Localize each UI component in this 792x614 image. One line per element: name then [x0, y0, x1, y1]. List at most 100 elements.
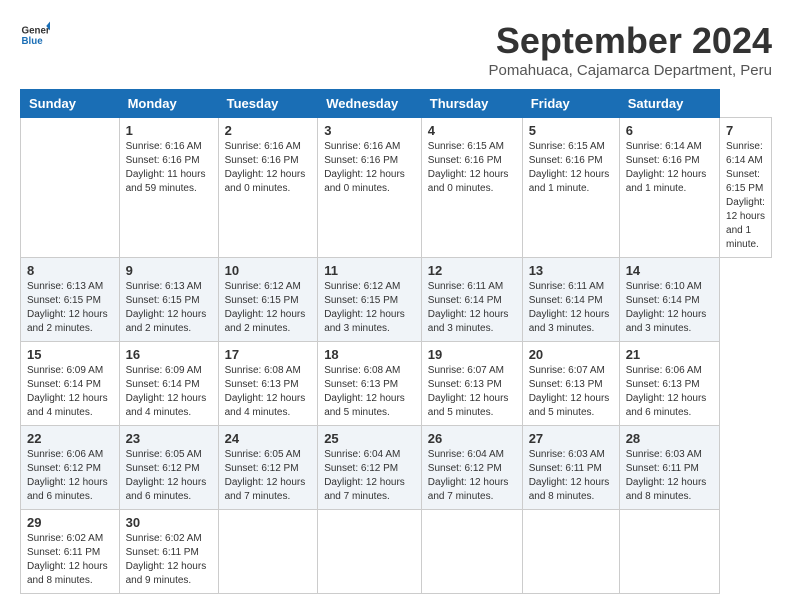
sunrise-text: Sunrise: 6:13 AM	[126, 280, 212, 294]
daylight-text: Daylight: 12 hours and 7 minutes.	[324, 476, 415, 504]
sunrise-text: Sunrise: 6:13 AM	[27, 280, 113, 294]
sunset-text: Sunset: 6:13 PM	[428, 378, 516, 392]
sunrise-text: Sunrise: 6:16 AM	[324, 140, 415, 154]
sunrise-text: Sunrise: 6:04 AM	[324, 448, 415, 462]
calendar-cell: 28Sunrise: 6:03 AMSunset: 6:11 PMDayligh…	[619, 426, 719, 510]
column-header-wednesday: Wednesday	[318, 90, 422, 118]
calendar-cell: 8Sunrise: 6:13 AMSunset: 6:15 PMDaylight…	[21, 258, 120, 342]
calendar-cell	[318, 510, 422, 594]
daylight-text: Daylight: 12 hours and 7 minutes.	[225, 476, 312, 504]
sunrise-text: Sunrise: 6:14 AM	[726, 140, 765, 168]
cell-content: Sunrise: 6:09 AMSunset: 6:14 PMDaylight:…	[27, 364, 113, 420]
calendar-week-4: 22Sunrise: 6:06 AMSunset: 6:12 PMDayligh…	[21, 426, 772, 510]
daylight-text: Daylight: 12 hours and 2 minutes.	[126, 308, 212, 336]
logo: General Blue	[20, 20, 50, 50]
sunset-text: Sunset: 6:14 PM	[27, 378, 113, 392]
sunset-text: Sunset: 6:14 PM	[626, 294, 713, 308]
day-number: 15	[27, 347, 113, 362]
sunset-text: Sunset: 6:15 PM	[225, 294, 312, 308]
calendar-cell: 20Sunrise: 6:07 AMSunset: 6:13 PMDayligh…	[522, 342, 619, 426]
daylight-text: Daylight: 12 hours and 3 minutes.	[428, 308, 516, 336]
daylight-text: Daylight: 12 hours and 5 minutes.	[428, 392, 516, 420]
month-title: September 2024	[489, 20, 772, 62]
sunset-text: Sunset: 6:14 PM	[529, 294, 613, 308]
sunset-text: Sunset: 6:15 PM	[726, 168, 765, 196]
daylight-text: Daylight: 12 hours and 9 minutes.	[126, 560, 212, 588]
sunrise-text: Sunrise: 6:10 AM	[626, 280, 713, 294]
sunset-text: Sunset: 6:16 PM	[529, 154, 613, 168]
column-header-sunday: Sunday	[21, 90, 120, 118]
day-number: 18	[324, 347, 415, 362]
calendar-cell: 13Sunrise: 6:11 AMSunset: 6:14 PMDayligh…	[522, 258, 619, 342]
day-number: 27	[529, 431, 613, 446]
sunrise-text: Sunrise: 6:15 AM	[529, 140, 613, 154]
cell-content: Sunrise: 6:08 AMSunset: 6:13 PMDaylight:…	[225, 364, 312, 420]
day-number: 13	[529, 263, 613, 278]
column-header-friday: Friday	[522, 90, 619, 118]
sunset-text: Sunset: 6:14 PM	[428, 294, 516, 308]
daylight-text: Daylight: 12 hours and 6 minutes.	[626, 392, 713, 420]
cell-content: Sunrise: 6:12 AMSunset: 6:15 PMDaylight:…	[225, 280, 312, 336]
column-header-tuesday: Tuesday	[218, 90, 318, 118]
calendar-cell	[21, 118, 120, 258]
daylight-text: Daylight: 12 hours and 8 minutes.	[27, 560, 113, 588]
day-number: 7	[726, 123, 765, 138]
sunrise-text: Sunrise: 6:03 AM	[626, 448, 713, 462]
sunset-text: Sunset: 6:15 PM	[324, 294, 415, 308]
calendar-cell	[619, 510, 719, 594]
calendar-cell: 29Sunrise: 6:02 AMSunset: 6:11 PMDayligh…	[21, 510, 120, 594]
sunrise-text: Sunrise: 6:03 AM	[529, 448, 613, 462]
sunrise-text: Sunrise: 6:16 AM	[225, 140, 312, 154]
calendar-week-3: 15 Sunrise: 6:09 AMSunset: 6:14 PMDayligh…	[21, 342, 772, 426]
calendar-cell: 4Sunrise: 6:15 AMSunset: 6:16 PMDaylight…	[421, 118, 522, 258]
day-number: 17	[225, 347, 312, 362]
cell-content: Sunrise: 6:13 AMSunset: 6:15 PMDaylight:…	[126, 280, 212, 336]
day-number: 20	[529, 347, 613, 362]
cell-content: Sunrise: 6:04 AMSunset: 6:12 PMDaylight:…	[324, 448, 415, 504]
sunrise-text: Sunrise: 6:16 AM	[126, 140, 212, 154]
daylight-text: Daylight: 12 hours and 0 minutes.	[324, 168, 415, 196]
calendar-cell: 30Sunrise: 6:02 AMSunset: 6:11 PMDayligh…	[119, 510, 218, 594]
calendar-cell: 11Sunrise: 6:12 AMSunset: 6:15 PMDayligh…	[318, 258, 422, 342]
daylight-text: Daylight: 12 hours and 4 minutes.	[27, 392, 113, 420]
sunset-text: Sunset: 6:16 PM	[126, 154, 212, 168]
daylight-text: Daylight: 11 hours and 59 minutes.	[126, 168, 212, 196]
calendar-cell: 25 Sunrise: 6:04 AMSunset: 6:12 PMDayligh…	[318, 426, 422, 510]
calendar-cell: 5Sunrise: 6:15 AMSunset: 6:16 PMDaylight…	[522, 118, 619, 258]
svg-text:General: General	[22, 26, 51, 37]
sunrise-text: Sunrise: 6:06 AM	[626, 364, 713, 378]
calendar-cell: 10 Sunrise: 6:12 AMSunset: 6:15 PMDayligh…	[218, 258, 318, 342]
cell-content: Sunrise: 6:15 AMSunset: 6:16 PMDaylight:…	[428, 140, 516, 196]
sunset-text: Sunset: 6:12 PM	[428, 462, 516, 476]
sunset-text: Sunset: 6:13 PM	[529, 378, 613, 392]
sunrise-text: Sunrise: 6:07 AM	[428, 364, 516, 378]
day-number: 10	[225, 263, 312, 278]
cell-content: Sunrise: 6:02 AMSunset: 6:11 PMDaylight:…	[126, 532, 212, 588]
page-header: General Blue September 2024 Pomahuaca, C…	[20, 20, 772, 79]
calendar-cell: 26Sunrise: 6:04 AMSunset: 6:12 PMDayligh…	[421, 426, 522, 510]
daylight-text: Daylight: 12 hours and 2 minutes.	[27, 308, 113, 336]
sunset-text: Sunset: 6:16 PM	[428, 154, 516, 168]
sunset-text: Sunset: 6:11 PM	[529, 462, 613, 476]
daylight-text: Daylight: 12 hours and 5 minutes.	[324, 392, 415, 420]
day-number: 16	[126, 347, 212, 362]
sunset-text: Sunset: 6:12 PM	[324, 462, 415, 476]
cell-content: Sunrise: 6:15 AMSunset: 6:16 PMDaylight:…	[529, 140, 613, 196]
calendar-cell: 3Sunrise: 6:16 AMSunset: 6:16 PMDaylight…	[318, 118, 422, 258]
day-number: 2	[225, 123, 312, 138]
day-number: 28	[626, 431, 713, 446]
sunrise-text: Sunrise: 6:15 AM	[428, 140, 516, 154]
cell-content: Sunrise: 6:09 AMSunset: 6:14 PMDaylight:…	[126, 364, 212, 420]
cell-content: Sunrise: 6:05 AMSunset: 6:12 PMDaylight:…	[225, 448, 312, 504]
daylight-text: Daylight: 12 hours and 0 minutes.	[225, 168, 312, 196]
calendar-week-2: 8Sunrise: 6:13 AMSunset: 6:15 PMDaylight…	[21, 258, 772, 342]
sunset-text: Sunset: 6:11 PM	[126, 546, 212, 560]
day-number: 25	[324, 431, 415, 446]
cell-content: Sunrise: 6:05 AMSunset: 6:12 PMDaylight:…	[126, 448, 212, 504]
sunrise-text: Sunrise: 6:02 AM	[27, 532, 113, 546]
sunrise-text: Sunrise: 6:07 AM	[529, 364, 613, 378]
calendar-cell: 21Sunrise: 6:06 AMSunset: 6:13 PMDayligh…	[619, 342, 719, 426]
calendar-cell: 24Sunrise: 6:05 AMSunset: 6:12 PMDayligh…	[218, 426, 318, 510]
sunrise-text: Sunrise: 6:02 AM	[126, 532, 212, 546]
sunrise-text: Sunrise: 6:11 AM	[529, 280, 613, 294]
